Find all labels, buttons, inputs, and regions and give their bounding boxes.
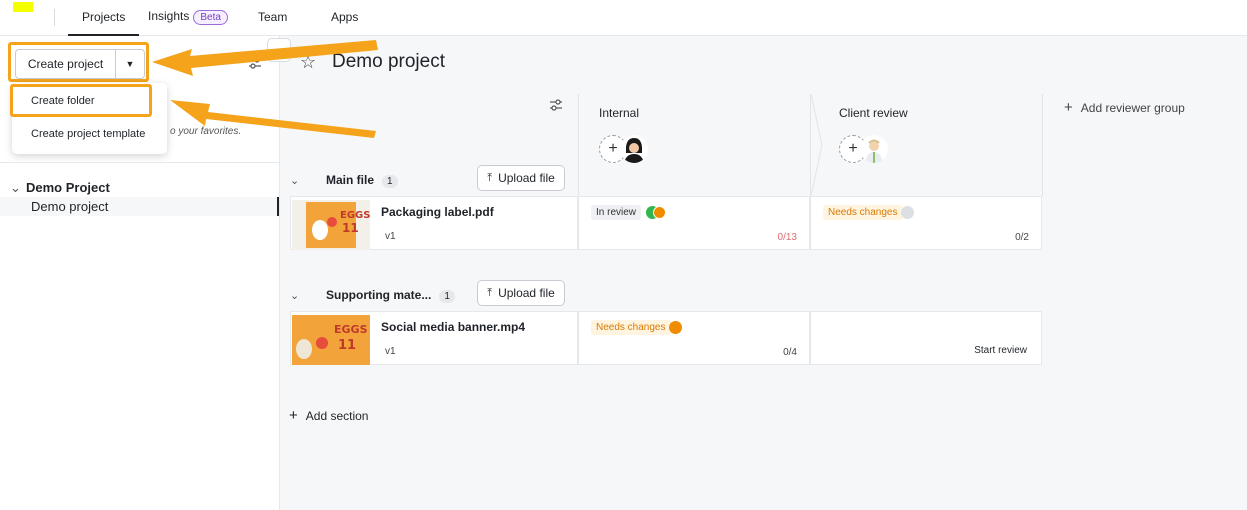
- start-review-button[interactable]: Start review: [974, 345, 1027, 356]
- chevron-down-icon[interactable]: ⌄: [10, 180, 26, 196]
- create-project-dropdown-button[interactable]: ▼: [115, 49, 145, 79]
- svg-text:EGGS: EGGS: [340, 210, 370, 221]
- favorites-hint: o your favorites.: [170, 126, 242, 137]
- status-badge: In review: [591, 205, 642, 220]
- plus-icon: +: [1064, 99, 1073, 116]
- plus-icon: +: [289, 407, 298, 424]
- column-internal: Internal +: [578, 94, 810, 196]
- star-icon[interactable]: ☆: [300, 52, 316, 73]
- file-name[interactable]: Social media banner.mp4: [381, 320, 525, 334]
- tab-insights-label: Insights: [148, 9, 190, 23]
- page-title: Demo project: [332, 51, 445, 72]
- create-project-button[interactable]: Create project: [15, 49, 115, 79]
- tab-apps[interactable]: Apps: [331, 10, 358, 24]
- avatar[interactable]: [860, 135, 888, 163]
- tab-projects-label: Projects: [82, 10, 126, 24]
- avatar[interactable]: [620, 135, 648, 163]
- tree-group-label: Demo Project: [26, 180, 110, 195]
- review-cell-internal[interactable]: Needs changes 0/4: [578, 311, 810, 365]
- nav-divider: [54, 9, 55, 26]
- filter-settings-icon[interactable]: [248, 56, 262, 70]
- upload-icon: ⤒: [487, 286, 493, 299]
- caret-down-icon: ▼: [125, 59, 135, 69]
- approval-count: 0/2: [1015, 232, 1029, 243]
- sidebar-divider: [0, 162, 279, 163]
- svg-text:EGGS: EGGS: [334, 323, 368, 336]
- file-row-social-media-banner[interactable]: EGGS 11 Social media banner.mp4 v1: [290, 311, 578, 365]
- review-cell-client[interactable]: Start review: [810, 311, 1042, 365]
- file-thumbnail: EGGS 11: [292, 200, 370, 250]
- column-client-review: Client review +: [810, 94, 1042, 196]
- section-title-main-file: Main file 1: [326, 173, 398, 188]
- upload-file-label: Upload file: [498, 171, 555, 185]
- top-nav: Projects Insights Beta Team Apps: [0, 0, 1247, 36]
- chevron-down-icon[interactable]: ⌄: [290, 289, 299, 302]
- create-dropdown-menu: Create folder Create project template: [10, 83, 167, 154]
- approval-count: 0/4: [783, 347, 797, 358]
- column-separator-chevron: [810, 94, 823, 196]
- add-reviewer-group-label: Add reviewer group: [1080, 101, 1185, 115]
- tab-team-label: Team: [258, 10, 288, 24]
- collapse-sidebar-button[interactable]: ‹: [267, 38, 291, 62]
- chevron-down-icon[interactable]: ⌄: [290, 174, 299, 187]
- reviewer-status-dot: [653, 206, 666, 219]
- upload-file-label: Upload file: [498, 286, 555, 300]
- column-settings-icon[interactable]: [549, 98, 563, 112]
- upload-file-button[interactable]: ⤒ Upload file: [477, 280, 565, 306]
- column-title-internal: Internal: [599, 106, 640, 120]
- add-section-button[interactable]: + Add section: [289, 407, 368, 424]
- upload-file-button[interactable]: ⤒ Upload file: [477, 165, 565, 191]
- create-project-highlight: Create project ▼: [8, 42, 149, 82]
- section-count-badge: 1: [439, 290, 455, 303]
- section-name: Main file: [326, 173, 375, 187]
- file-version: v1: [385, 346, 396, 357]
- status-badge: Needs changes: [591, 320, 671, 335]
- plus-icon: +: [608, 140, 618, 157]
- column-title-client-review: Client review: [839, 106, 908, 120]
- section-name: Supporting mate...: [326, 288, 432, 302]
- reviewer-status-dot: [669, 321, 682, 334]
- tab-team[interactable]: Team: [258, 10, 287, 24]
- chevron-left-icon: ‹: [276, 42, 282, 58]
- main-panel: ☆ Demo project Internal + Client review …: [280, 36, 1247, 510]
- upload-icon: ⤒: [487, 171, 493, 184]
- reviewer-status-dot: [901, 206, 914, 219]
- review-cell-internal[interactable]: In review 0/13: [578, 196, 810, 250]
- section-title-supporting: Supporting mate... 1: [326, 288, 455, 303]
- review-cell-client[interactable]: Needs changes 0/2: [810, 196, 1042, 250]
- status-badge: Needs changes: [823, 205, 903, 220]
- plus-icon: +: [848, 140, 858, 157]
- file-version: v1: [385, 231, 396, 242]
- tab-insights[interactable]: Insights Beta: [148, 9, 228, 25]
- tree-group-demo-project[interactable]: ⌄ Demo Project: [10, 180, 110, 196]
- section-count-badge: 1: [382, 175, 398, 188]
- menu-item-create-folder[interactable]: Create folder: [31, 95, 95, 107]
- tab-projects[interactable]: Projects: [67, 10, 140, 36]
- app-logo[interactable]: [13, 2, 33, 12]
- tree-item-demo-project[interactable]: Demo project: [0, 197, 279, 216]
- svg-text:11: 11: [342, 221, 359, 235]
- tab-apps-label: Apps: [331, 10, 359, 24]
- file-thumbnail: EGGS 11: [292, 315, 370, 365]
- file-name[interactable]: Packaging label.pdf: [381, 205, 494, 219]
- beta-badge: Beta: [193, 10, 228, 25]
- tree-item-label: Demo project: [31, 199, 109, 214]
- svg-text:11: 11: [338, 338, 356, 353]
- column-divider: [1042, 94, 1043, 196]
- add-reviewer-group-button[interactable]: + Add reviewer group: [1064, 99, 1185, 116]
- approval-count: 0/13: [777, 232, 797, 243]
- menu-item-create-project-template[interactable]: Create project template: [31, 128, 145, 140]
- add-section-label: Add section: [305, 409, 369, 423]
- file-row-packaging-label[interactable]: EGGS 11 Packaging label.pdf v1: [290, 196, 578, 250]
